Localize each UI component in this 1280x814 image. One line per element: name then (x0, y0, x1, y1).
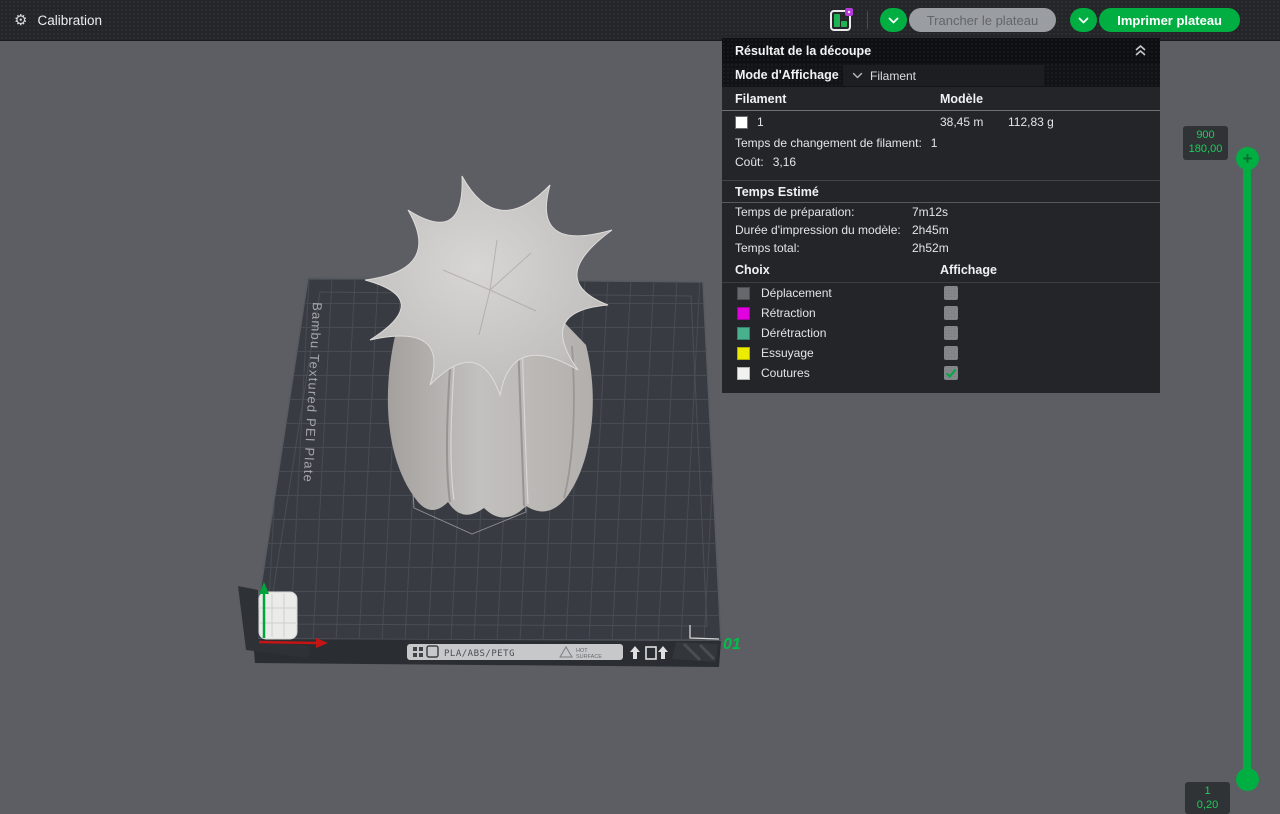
check-icon (945, 367, 957, 379)
prep-time-label: Temps de préparation: (735, 205, 854, 219)
deretraction-label: Dérétraction (761, 326, 826, 340)
retraction-checkbox[interactable] (944, 306, 958, 320)
filament-column-header: Filament (735, 92, 786, 106)
option-row-wipe: Essuyage (722, 343, 1160, 363)
top-layer-value: 900 (1183, 128, 1228, 142)
retraction-color-swatch (737, 307, 750, 320)
deretraction-color-swatch (737, 327, 750, 340)
strip-material-label: PLA/ABS/PETG (444, 649, 515, 659)
travel-color-swatch (737, 287, 750, 300)
print-split-button: Imprimer plateau (1070, 8, 1240, 32)
toolbar-actions: Trancher le plateau Imprimer plateau (830, 8, 1240, 32)
filament-length: 38,45 m (940, 115, 983, 129)
slice-plate-button[interactable]: Trancher le plateau (909, 8, 1057, 32)
travel-checkbox[interactable] (944, 286, 958, 300)
display-mode-label: Mode d'Affichage (735, 68, 839, 82)
filament-id: 1 (757, 115, 764, 129)
prep-time-value: 7m12s (912, 205, 948, 219)
collapse-panel-icon[interactable] (1133, 44, 1148, 57)
layer-slider-bottom-tooltip: 1 0,20 (1185, 782, 1230, 814)
option-row-retraction: Rétraction (722, 303, 1160, 323)
wipe-label: Essuyage (761, 346, 814, 360)
toolbar-divider (867, 11, 868, 29)
bottom-height-value: 0,20 (1185, 798, 1230, 812)
chevron-down-icon (852, 72, 863, 79)
chevron-down-icon (1078, 17, 1089, 24)
travel-label: Déplacement (761, 286, 832, 300)
display-mode-value: Filament (870, 69, 916, 83)
plate-settings-bar (834, 14, 840, 27)
cost-value: 3,16 (773, 155, 796, 169)
bottom-layer-value: 1 (1185, 784, 1230, 798)
top-bar: ⚙ Calibration Trancher le plateau Imprim… (0, 0, 1280, 41)
filament-weight: 112,83 g (1008, 115, 1054, 129)
choice-column-header: Choix (735, 263, 770, 277)
sparkle-icon (845, 8, 853, 16)
layer-slider-top-tooltip: 900 180,00 (1183, 126, 1228, 160)
top-height-value: 180,00 (1183, 142, 1228, 156)
wipe-color-swatch (737, 347, 750, 360)
seams-label: Coutures (761, 366, 810, 380)
layer-slider-bottom-handle[interactable] (1236, 768, 1259, 791)
display-mode-select[interactable]: Filament (843, 65, 1044, 86)
chevron-down-icon (888, 17, 899, 24)
model-column-header: Modèle (940, 92, 983, 106)
slice-result-panel: Résultat de la découpe Mode d'Affichage … (722, 38, 1160, 393)
total-time-label: Temps total: (735, 241, 800, 255)
page-title: Calibration (37, 13, 102, 28)
cost-label: Coût: (735, 155, 764, 169)
strip-warning-line2: SURFACE (576, 654, 602, 660)
model-print-time-label: Durée d'impression du modèle: (735, 223, 901, 237)
plate-front-notch (672, 642, 718, 662)
option-row-deretraction: Dérétraction (722, 323, 1160, 343)
gear-icon: ⚙ (14, 13, 27, 28)
plate-number-label: 01 (723, 636, 741, 653)
slice-dropdown-button[interactable] (880, 8, 907, 32)
option-row-seams: Coutures (722, 363, 1160, 383)
print-dropdown-button[interactable] (1070, 8, 1097, 32)
wipe-checkbox[interactable] (944, 346, 958, 360)
calibration-menu[interactable]: ⚙ Calibration (14, 0, 102, 40)
option-row-travel: Déplacement (722, 283, 1160, 303)
plate-settings-icon[interactable] (830, 10, 851, 31)
plate-settings-square (841, 21, 847, 27)
filament-color-swatch (735, 116, 748, 129)
retraction-label: Rétraction (761, 306, 816, 320)
seams-checkbox[interactable] (944, 366, 958, 380)
slice-split-button: Trancher le plateau (880, 8, 1057, 32)
layer-slider-top-handle[interactable]: + (1236, 147, 1259, 170)
filament-changes-label: Temps de changement de filament: (735, 136, 922, 150)
filament-row[interactable]: 1 38,45 m 112,83 g (722, 111, 1160, 133)
plus-icon: + (1243, 150, 1253, 167)
layer-range-slider-track[interactable] (1243, 156, 1251, 782)
display-column-header: Affichage (940, 263, 997, 277)
time-section-title: Temps Estimé (735, 185, 819, 199)
model-print-time-value: 2h45m (912, 223, 949, 237)
seams-color-swatch (737, 367, 750, 380)
total-time-value: 2h52m (912, 241, 949, 255)
filament-changes-value: 1 (931, 136, 938, 150)
deretraction-checkbox[interactable] (944, 326, 958, 340)
print-plate-button[interactable]: Imprimer plateau (1099, 8, 1240, 32)
panel-title: Résultat de la découpe (735, 44, 871, 58)
